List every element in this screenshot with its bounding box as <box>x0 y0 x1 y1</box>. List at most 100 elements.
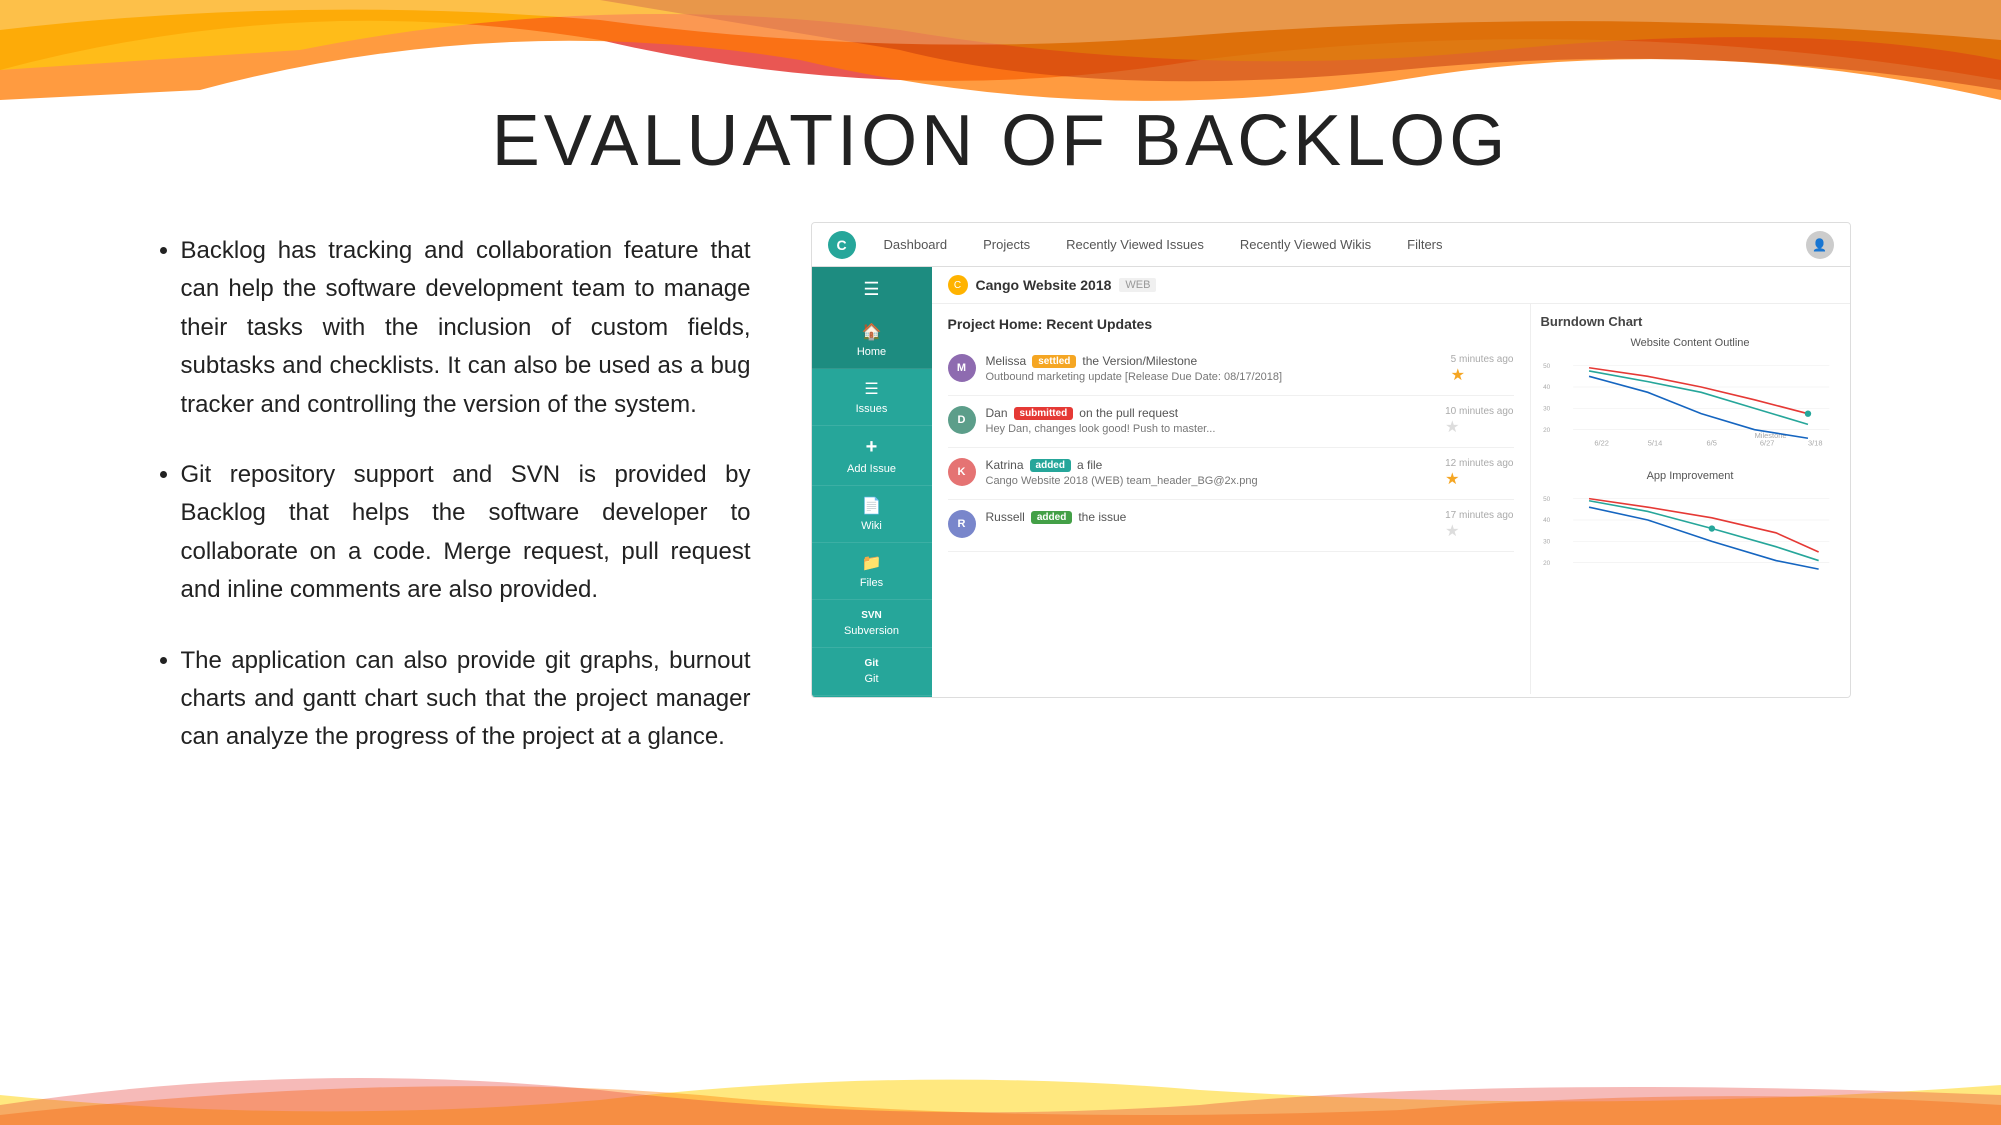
content-area: Project Home: Recent Updates M Melissa s… <box>932 304 1850 694</box>
sidebar-item-files[interactable]: 📁 Files <box>812 543 932 600</box>
chart-1-title: Website Content Outline <box>1541 337 1840 349</box>
sidebar-home-label: Home <box>857 346 886 358</box>
update-meta-2: Dan submitted on the pull request <box>986 406 1436 420</box>
update-user-4: Russell <box>986 510 1025 524</box>
update-detail-3: Cango Website 2018 (WEB) team_header_BG@… <box>986 475 1436 487</box>
project-header: C Cango Website 2018 WEB <box>932 267 1850 304</box>
sidebar-add-issue-label: Add Issue <box>847 463 896 475</box>
svg-text:6/5: 6/5 <box>1706 439 1716 448</box>
sidebar-issues-label: Issues <box>856 403 888 415</box>
updates-panel: Project Home: Recent Updates M Melissa s… <box>932 304 1530 694</box>
project-icon: C <box>948 275 968 295</box>
sidebar-item-add-issue[interactable]: + Add Issue <box>812 426 932 486</box>
sidebar-item-issues[interactable]: ☰ Issues <box>812 369 932 426</box>
update-content-3: Katrina added a file Cango Website 2018 … <box>986 458 1436 487</box>
two-col-layout: Backlog has tracking and collaboration f… <box>151 222 1851 789</box>
update-right-3: 12 minutes ago ★ <box>1445 458 1513 489</box>
sidebar-item-home[interactable]: 🏠 Home <box>812 312 932 369</box>
sidebar-files-label: Files <box>860 577 883 589</box>
app-main-content: C Cango Website 2018 WEB Project Home: R… <box>932 267 1850 697</box>
svg-text:40: 40 <box>1543 384 1551 391</box>
bullet-item-1: Backlog has tracking and collaboration f… <box>181 232 751 424</box>
svg-text:6/22: 6/22 <box>1594 439 1609 448</box>
page-title: EVALUATION OF BACKLOG <box>492 100 1510 182</box>
update-badge-2: submitted <box>1014 407 1074 420</box>
svg-text:20: 20 <box>1543 560 1551 567</box>
svg-text:30: 30 <box>1543 538 1551 545</box>
sidebar-git-label: Git <box>864 673 878 685</box>
update-time-1: 5 minutes ago <box>1451 354 1514 365</box>
app-navbar: C Dashboard Projects Recently Viewed Iss… <box>812 223 1850 267</box>
update-meta-1: Melissa settled the Version/Milestone <box>986 354 1441 368</box>
update-action-4: the issue <box>1078 510 1126 524</box>
svg-text:20: 20 <box>1543 427 1551 434</box>
home-icon: 🏠 <box>862 322 882 342</box>
app-logo: C <box>828 231 856 259</box>
burndown-panel: Burndown Chart Website Content Outline <box>1530 304 1850 694</box>
project-name: Cango Website 2018 <box>976 277 1112 293</box>
update-content-1: Melissa settled the Version/Milestone Ou… <box>986 354 1441 383</box>
nav-filters[interactable]: Filters <box>1399 233 1450 256</box>
wiki-icon: 📄 <box>862 496 882 516</box>
update-detail-2: Hey Dan, changes look good! Push to mast… <box>986 423 1436 435</box>
app-screenshot: C Dashboard Projects Recently Viewed Iss… <box>811 222 1851 698</box>
nav-recent-wikis[interactable]: Recently Viewed Wikis <box>1232 233 1379 256</box>
star-icon-4[interactable]: ★ <box>1445 521 1513 541</box>
update-badge-1: settled <box>1032 355 1076 368</box>
update-meta-4: Russell added the issue <box>986 510 1436 524</box>
star-icon-1[interactable]: ★ <box>1451 365 1514 385</box>
update-right-4: 17 minutes ago ★ <box>1445 510 1513 541</box>
sidebar-svn-label: Subversion <box>844 625 899 637</box>
content-wrapper: EVALUATION OF BACKLOG Backlog has tracki… <box>0 100 2001 1125</box>
update-meta-3: Katrina added a file <box>986 458 1436 472</box>
update-time-2: 10 minutes ago <box>1445 406 1513 417</box>
update-right-2: 10 minutes ago ★ <box>1445 406 1513 437</box>
update-action-1: the Version/Milestone <box>1082 354 1197 368</box>
svg-text:3/18: 3/18 <box>1807 439 1822 448</box>
update-item-2: D Dan submitted on the pull request Hey … <box>948 396 1514 448</box>
add-icon: + <box>866 436 878 459</box>
burndown-chart-2: 50 40 30 20 <box>1541 486 1840 586</box>
update-detail-1: Outbound marketing update [Release Due D… <box>986 371 1441 383</box>
bullet-item-2: Git repository support and SVN is provid… <box>181 456 751 610</box>
chart-1: Website Content Outline 6/22 5/14 <box>1541 337 1840 458</box>
svg-text:50: 50 <box>1543 363 1551 370</box>
chart-2-title: App Improvement <box>1541 470 1840 482</box>
panel-title: Project Home: Recent Updates <box>948 316 1514 332</box>
app-body: ☰ 🏠 Home ☰ Issues + Add Issue <box>812 267 1850 697</box>
user-avatar[interactable]: 👤 <box>1806 231 1834 259</box>
sidebar-item-svn[interactable]: SVN Subversion <box>812 600 932 648</box>
update-user-3: Katrina <box>986 458 1024 472</box>
sidebar-menu-button[interactable]: ☰ <box>812 267 932 312</box>
issues-icon: ☰ <box>864 379 878 399</box>
update-action-2: on the pull request <box>1079 406 1178 420</box>
sidebar-item-git[interactable]: Git Git <box>812 648 932 696</box>
update-user-2: Dan <box>986 406 1008 420</box>
bullet-item-3: The application can also provide git gra… <box>181 642 751 757</box>
update-user-1: Melissa <box>986 354 1027 368</box>
avatar-russell: R <box>948 510 976 538</box>
update-content-4: Russell added the issue <box>986 510 1436 524</box>
update-action-3: a file <box>1077 458 1102 472</box>
sidebar-item-gantt[interactable]: 📊 Gantt Chart <box>812 696 932 698</box>
star-icon-3[interactable]: ★ <box>1445 469 1513 489</box>
sidebar-wiki-label: Wiki <box>861 520 882 532</box>
project-tag: WEB <box>1119 278 1156 292</box>
burndown-chart-1: 6/22 5/14 6/5 6/27 3/18 Milestone <box>1541 353 1840 453</box>
avatar-dan: D <box>948 406 976 434</box>
nav-projects[interactable]: Projects <box>975 233 1038 256</box>
svg-text:30: 30 <box>1543 405 1551 412</box>
nav-dashboard[interactable]: Dashboard <box>876 233 956 256</box>
sidebar-item-wiki[interactable]: 📄 Wiki <box>812 486 932 543</box>
star-icon-2[interactable]: ★ <box>1445 417 1513 437</box>
files-icon: 📁 <box>862 553 882 573</box>
nav-recent-issues[interactable]: Recently Viewed Issues <box>1058 233 1212 256</box>
svg-text:5/14: 5/14 <box>1647 439 1662 448</box>
update-right-1: 5 minutes ago ★ <box>1451 354 1514 385</box>
avatar-melissa: M <box>948 354 976 382</box>
update-time-3: 12 minutes ago <box>1445 458 1513 469</box>
burndown-title: Burndown Chart <box>1541 314 1840 329</box>
svg-text:50: 50 <box>1543 496 1551 503</box>
git-icon: Git <box>865 658 879 669</box>
update-content-2: Dan submitted on the pull request Hey Da… <box>986 406 1436 435</box>
